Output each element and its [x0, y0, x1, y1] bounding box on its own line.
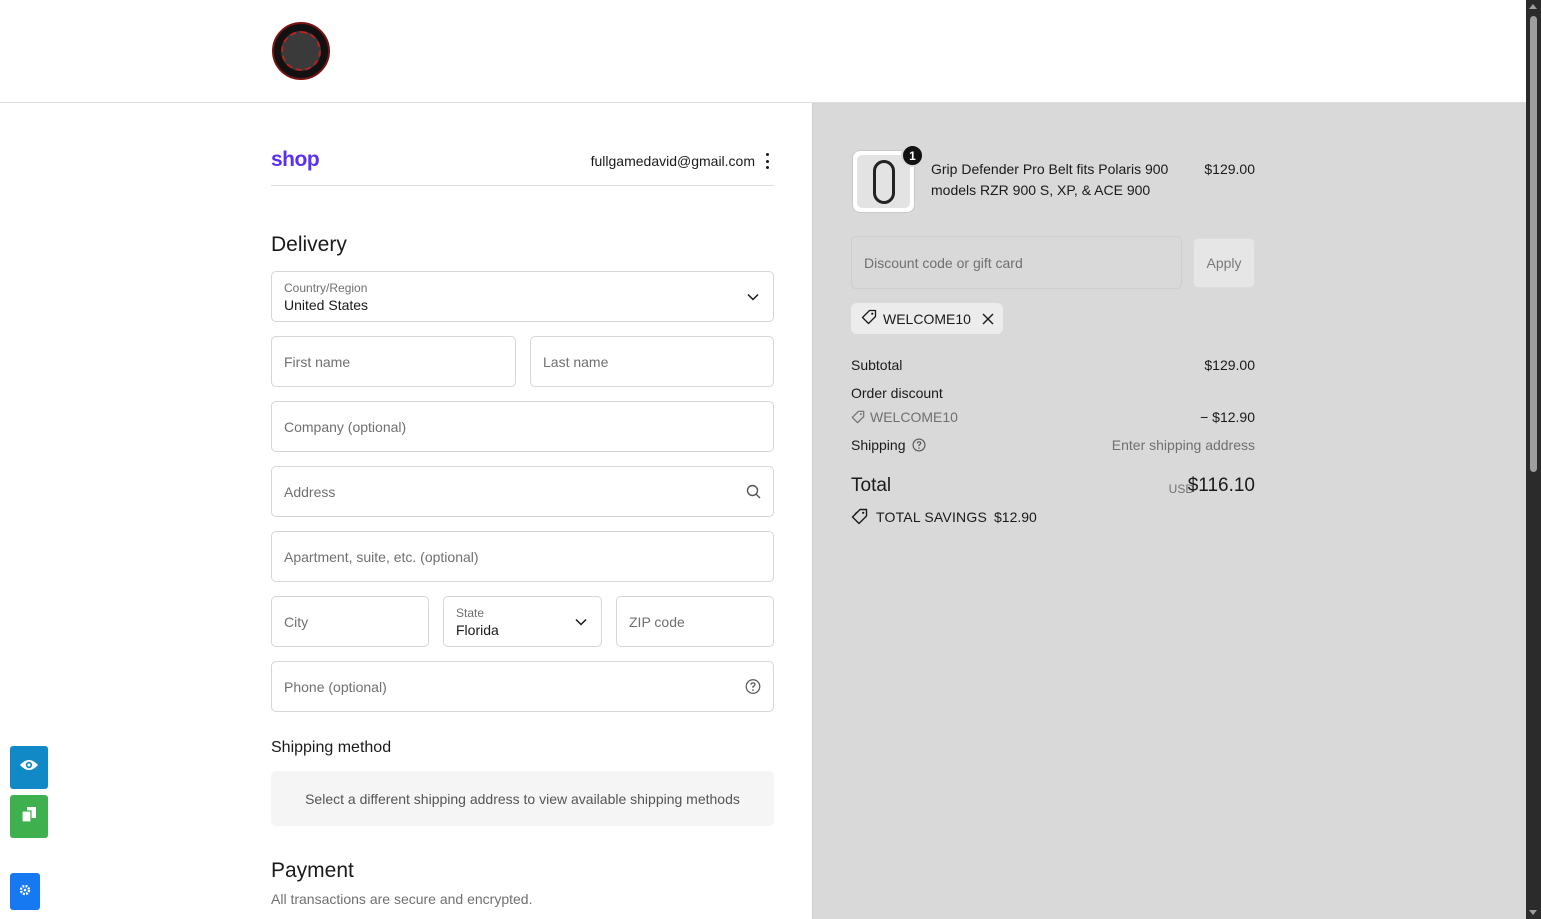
tag-icon: [861, 309, 877, 328]
search-icon[interactable]: [745, 484, 761, 500]
company-placeholder: Company (optional): [284, 418, 407, 435]
total-label: Total: [851, 475, 892, 496]
product-name: Grip Defender Pro Belt fits Polaris 900 …: [931, 161, 1169, 198]
settings-button[interactable]: [10, 873, 40, 910]
scroll-up-arrow-icon[interactable]: [1529, 4, 1537, 9]
address-field[interactable]: Address: [271, 466, 774, 517]
subtotal-row: Subtotal $129.00: [851, 357, 1255, 373]
delivery-heading: Delivery: [271, 233, 347, 256]
shop-pay-logo: shop: [271, 148, 320, 171]
gear-icon: [19, 883, 31, 901]
state-label: State: [456, 606, 485, 620]
discount-placeholder: Discount code or gift card: [864, 254, 1023, 271]
apartment-field[interactable]: Apartment, suite, etc. (optional): [271, 531, 774, 582]
address-placeholder: Address: [284, 483, 336, 500]
shop-account-row: shop fullgamedavid@gmail.com: [271, 143, 774, 186]
apply-button[interactable]: Apply: [1193, 238, 1255, 288]
quantity-badge: 1: [901, 144, 924, 167]
first-name-field[interactable]: First name: [271, 336, 516, 387]
chevron-down-icon: [745, 289, 761, 305]
eye-button[interactable]: [10, 746, 48, 789]
last-name-placeholder: Last name: [543, 353, 609, 370]
close-icon[interactable]: [981, 312, 995, 326]
phone-placeholder: Phone (optional): [284, 678, 387, 695]
city-placeholder: City: [284, 613, 309, 630]
country-value: United States: [284, 297, 369, 313]
product-thumbnail: 1: [852, 144, 924, 213]
help-circle-icon[interactable]: [911, 438, 926, 452]
order-discount-label: Order discount: [851, 385, 943, 401]
copy-icon: [20, 805, 38, 828]
subtotal-label: Subtotal: [851, 357, 903, 373]
payment-heading: Payment: [271, 859, 354, 882]
shipping-method-heading: Shipping method: [271, 739, 392, 756]
scrollbar-thumb[interactable]: [1530, 16, 1537, 472]
last-name-field[interactable]: Last name: [530, 336, 774, 387]
discount-code-text: WELCOME10: [870, 409, 958, 425]
store-logo[interactable]: [272, 22, 330, 80]
discount-value: − $12.90: [1200, 409, 1255, 425]
eye-icon: [19, 758, 39, 777]
tag-icon: [851, 508, 868, 525]
product-price: $129.00: [1204, 161, 1255, 177]
savings-label: TOTAL SAVINGS: [876, 508, 987, 525]
shipping-method-notice: Select a different shipping address to v…: [271, 771, 774, 826]
total-amount: $116.10: [1187, 475, 1255, 496]
company-field[interactable]: Company (optional): [271, 401, 774, 452]
account-email: fullgamedavid@gmail.com: [590, 153, 755, 169]
phone-field[interactable]: Phone (optional): [271, 661, 774, 712]
state-value: Florida: [456, 622, 499, 638]
shipping-value: Enter shipping address: [1111, 437, 1255, 453]
chevron-down-icon: [573, 614, 589, 630]
applied-code-label: WELCOME10: [883, 310, 971, 327]
state-select[interactable]: State Florida: [443, 596, 602, 647]
first-name-placeholder: First name: [284, 353, 351, 370]
applied-discount-chip: WELCOME10: [851, 303, 1003, 334]
payment-subtitle: All transactions are secure and encrypte…: [271, 891, 533, 907]
order-discount-row: Order discount: [851, 385, 1255, 401]
zip-placeholder: ZIP code: [629, 613, 685, 630]
scroll-down-arrow-icon[interactable]: [1529, 910, 1537, 915]
city-field[interactable]: City: [271, 596, 429, 647]
savings-amount: $12.90: [994, 508, 1037, 525]
total-savings: TOTAL SAVINGS $12.90: [851, 508, 1037, 525]
shipping-row: Shipping Enter shipping address: [851, 437, 1255, 453]
help-circle-icon[interactable]: [745, 679, 761, 695]
zip-field[interactable]: ZIP code: [616, 596, 774, 647]
kebab-menu-icon[interactable]: [764, 153, 770, 169]
header: [0, 0, 1526, 103]
shipping-label: Shipping: [851, 437, 906, 453]
discount-code-row: WELCOME10 − $12.90: [851, 409, 1255, 427]
tag-icon: [851, 410, 865, 424]
subtotal-value: $129.00: [1204, 357, 1255, 373]
country-label: Country/Region: [284, 281, 368, 295]
country-select[interactable]: Country/Region United States: [271, 271, 774, 322]
copy-button[interactable]: [10, 795, 48, 838]
apartment-placeholder: Apartment, suite, etc. (optional): [284, 548, 479, 565]
scrollbar[interactable]: [1526, 0, 1541, 919]
discount-code-input[interactable]: Discount code or gift card: [851, 236, 1182, 289]
